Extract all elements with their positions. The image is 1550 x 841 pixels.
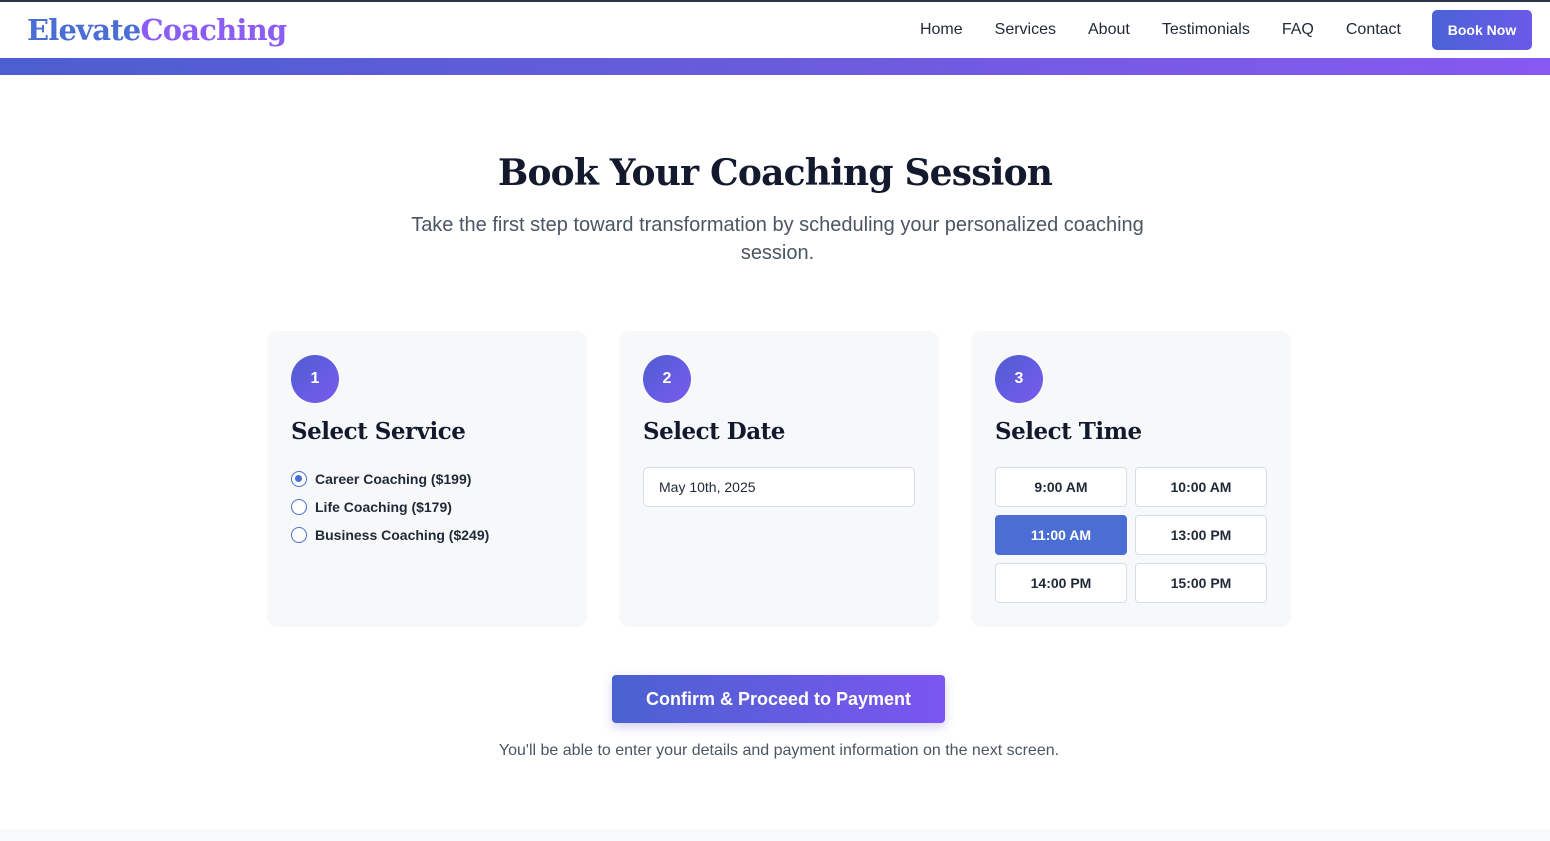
step-title: Select Time xyxy=(995,418,1142,445)
step-number-badge: 1 xyxy=(291,355,339,403)
time-slot-10am[interactable]: 10:00 AM xyxy=(1135,467,1267,507)
time-slot-13pm[interactable]: 13:00 PM xyxy=(1135,515,1267,555)
radio-button[interactable] xyxy=(291,499,307,515)
time-slot-grid: 9:00 AM 10:00 AM 11:00 AM 13:00 PM 14:00… xyxy=(995,467,1267,603)
footer-strip xyxy=(0,829,1550,841)
nav-link-home[interactable]: Home xyxy=(920,20,963,40)
payment-note: You'll be able to enter your details and… xyxy=(498,742,1060,759)
nav-link-testimonials[interactable]: Testimonials xyxy=(1162,20,1250,40)
nav-link-faq[interactable]: FAQ xyxy=(1282,20,1314,40)
confirm-payment-button[interactable]: Confirm & Proceed to Payment xyxy=(612,675,945,723)
header-gradient-bar xyxy=(0,58,1550,75)
service-option-life[interactable]: Life Coaching ($179) xyxy=(291,493,489,521)
step-card-time: 3 Select Time 9:00 AM 10:00 AM 11:00 AM … xyxy=(971,331,1291,627)
service-options: Career Coaching ($199) Life Coaching ($1… xyxy=(291,465,489,549)
time-slot-11am-selected[interactable]: 11:00 AM xyxy=(995,515,1127,555)
time-slot-9am[interactable]: 9:00 AM xyxy=(995,467,1127,507)
step-card-date: 2 Select Date xyxy=(619,331,939,627)
time-slot-14pm[interactable]: 14:00 PM xyxy=(995,563,1127,603)
navbar: ElevateCoaching Home Services About Test… xyxy=(0,2,1550,58)
service-option-business[interactable]: Business Coaching ($249) xyxy=(291,521,489,549)
page-subtitle: Take the first step toward transformatio… xyxy=(411,214,1144,264)
logo[interactable]: ElevateCoaching xyxy=(27,12,287,48)
time-slot-15pm[interactable]: 15:00 PM xyxy=(1135,563,1267,603)
service-option-career[interactable]: Career Coaching ($199) xyxy=(291,465,489,493)
nav-link-contact[interactable]: Contact xyxy=(1346,20,1401,40)
service-option-label: Business Coaching ($249) xyxy=(315,527,490,543)
service-option-label: Career Coaching ($199) xyxy=(315,471,472,487)
nav-link-about[interactable]: About xyxy=(1088,20,1130,40)
radio-button[interactable] xyxy=(291,527,307,543)
date-input[interactable] xyxy=(643,467,915,507)
nav-link-services[interactable]: Services xyxy=(995,20,1056,40)
radio-button-checked[interactable] xyxy=(291,471,307,487)
step-title: Select Date xyxy=(643,418,785,445)
step-title: Select Service xyxy=(291,418,466,445)
step-number-badge: 3 xyxy=(995,355,1043,403)
nav-links: Home Services About Testimonials FAQ Con… xyxy=(888,2,1401,58)
book-now-button[interactable]: Book Now xyxy=(1432,10,1532,50)
service-option-label: Life Coaching ($179) xyxy=(315,499,452,515)
step-card-service: 1 Select Service Career Coaching ($199) … xyxy=(267,331,587,627)
logo-part-elevate: Elevate xyxy=(27,13,141,47)
logo-part-coaching: Coaching xyxy=(140,13,287,47)
step-number-badge: 2 xyxy=(643,355,691,403)
page-title: Book Your Coaching Session xyxy=(497,152,1053,194)
